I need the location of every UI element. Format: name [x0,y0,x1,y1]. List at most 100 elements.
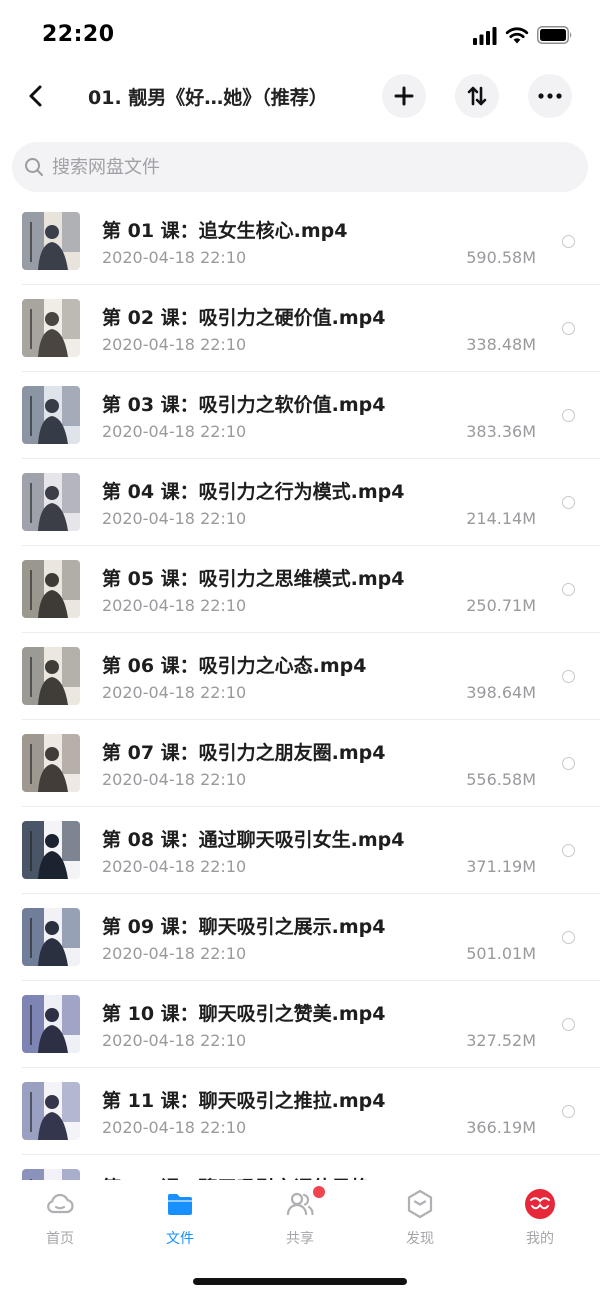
file-name: 第 02 课：吸引力之硬价值.mp4 [102,307,386,329]
file-row[interactable]: 第 11 课：聊天吸引之推拉.mp4 2020-04-18 22:10 366.19… [0,1068,600,1155]
search-icon [25,158,43,176]
file-row[interactable]: 第 09 课：聊天吸引之展示.mp4 2020-04-18 22:10 501.01… [0,894,600,981]
add-button[interactable] [382,74,426,118]
select-radio[interactable] [562,322,575,335]
file-row[interactable]: 第 05 课：吸引力之思维模式.mp4 2020-04-18 22:10 250.7… [0,546,600,633]
select-radio[interactable] [562,1105,575,1118]
video-thumbnail [22,908,80,966]
select-radio[interactable] [562,496,575,509]
tab-home[interactable]: 首页 [20,1188,100,1252]
video-thumbnail [22,821,80,879]
select-radio[interactable] [562,757,575,770]
status-time: 22:20 [42,22,115,47]
video-thumbnail [22,473,80,531]
file-date: 2020-04-18 22:10 [102,770,247,789]
video-thumbnail-image [22,908,80,966]
cellular-signal-icon [473,27,497,45]
tab-home-label: 首页 [46,1231,74,1247]
file-size: 398.64M [466,683,536,702]
file-row[interactable]: 第 08 课：通过聊天吸引女生.mp4 2020-04-18 22:10 371.1… [0,807,600,894]
video-thumbnail-image [22,212,80,270]
file-row[interactable]: 第 03 课：吸引力之软价值.mp4 2020-04-18 22:10 383.36… [0,372,600,459]
video-thumbnail [22,734,80,792]
video-thumbnail [22,995,80,1053]
file-date: 2020-04-18 22:10 [102,857,247,876]
more-dots-icon [538,93,562,99]
video-thumbnail-image [22,473,80,531]
select-radio[interactable] [562,235,575,248]
video-thumbnail [22,299,80,357]
tab-share[interactable]: 共享 [260,1186,340,1252]
file-row[interactable]: 第 12 课：聊天吸引之评估风格.mp4 [0,1155,600,1180]
video-thumbnail [22,386,80,444]
tab-discover-label: 发现 [406,1231,434,1247]
file-size: 501.01M [466,944,536,963]
file-date: 2020-04-18 22:10 [102,944,247,963]
file-date: 2020-04-18 22:10 [102,683,247,702]
more-button[interactable] [528,74,572,118]
file-date: 2020-04-18 22:10 [102,596,247,615]
video-thumbnail-image [22,386,80,444]
file-name: 第 11 课：聊天吸引之推拉.mp4 [102,1090,386,1112]
file-row[interactable]: 第 04 课：吸引力之行为模式.mp4 2020-04-18 22:10 214.1… [0,459,600,546]
page-title: 01. 靓男《好…她》（推荐） [88,87,328,109]
file-row[interactable]: 第 02 课：吸引力之硬价值.mp4 2020-04-18 22:10 338.48… [0,285,600,372]
file-name: 第 09 课：聊天吸引之展示.mp4 [102,916,386,938]
cloud-icon [47,1193,74,1214]
file-row[interactable]: 第 01 课：追女生核心.mp4 2020-04-18 22:10 590.58M [0,198,600,285]
select-radio[interactable] [562,1018,575,1031]
tab-files[interactable]: 文件 [140,1188,220,1252]
file-name: 第 04 课：吸引力之行为模式.mp4 [102,481,405,503]
video-thumbnail-image [22,560,80,618]
tab-share-label: 共享 [286,1231,314,1247]
file-date: 2020-04-18 22:10 [102,509,247,528]
people-icon [286,1192,314,1216]
search-input[interactable] [52,156,532,178]
file-size: 214.14M [466,509,536,528]
file-size: 250.71M [466,596,536,615]
file-name: 第 01 课：追女生核心.mp4 [102,220,348,242]
select-radio[interactable] [562,670,575,683]
video-thumbnail [22,647,80,705]
video-thumbnail-image [22,995,80,1053]
back-button[interactable] [18,78,54,114]
file-name: 第 06 课：吸引力之心态.mp4 [102,655,367,677]
video-thumbnail-image [22,734,80,792]
file-row[interactable]: 第 06 课：吸引力之心态.mp4 2020-04-18 22:10 398.64M [0,633,600,720]
search-box[interactable] [12,142,588,192]
file-name: 第 08 课：通过聊天吸引女生.mp4 [102,829,405,851]
file-name: 第 10 课：聊天吸引之赞美.mp4 [102,1003,386,1025]
file-date: 2020-04-18 22:10 [102,422,247,441]
video-thumbnail-image [22,647,80,705]
avatar-icon [525,1189,555,1219]
video-thumbnail-image [22,1082,80,1140]
video-thumbnail [22,212,80,270]
file-name: 第 03 课：吸引力之软价值.mp4 [102,394,386,416]
tab-mine-label: 我的 [526,1231,554,1247]
file-size: 590.58M [466,248,536,267]
select-radio[interactable] [562,583,575,596]
tab-discover[interactable]: 发现 [380,1188,460,1252]
video-thumbnail [22,1169,80,1180]
status-bar: 22:20 [0,0,600,70]
select-radio[interactable] [562,844,575,857]
sort-button[interactable] [455,74,499,118]
select-radio[interactable] [562,409,575,422]
file-date: 2020-04-18 22:10 [102,1118,247,1137]
select-radio[interactable] [562,931,575,944]
file-row[interactable]: 第 07 课：吸引力之朋友圈.mp4 2020-04-18 22:10 556.58… [0,720,600,807]
video-thumbnail-image [22,821,80,879]
file-name: 第 05 课：吸引力之思维模式.mp4 [102,568,405,590]
file-name: 第 07 课：吸引力之朋友圈.mp4 [102,742,386,764]
video-thumbnail [22,1082,80,1140]
tab-mine[interactable]: 我的 [500,1188,580,1252]
file-size: 338.48M [466,335,536,354]
file-list: 第 01 课：追女生核心.mp4 2020-04-18 22:10 590.58M 第… [0,198,600,1180]
file-row[interactable]: 第 10 课：聊天吸引之赞美.mp4 2020-04-18 22:10 327.52… [0,981,600,1068]
video-thumbnail-image [22,1169,80,1180]
file-size: 327.52M [466,1031,536,1050]
discover-cube-icon [407,1189,433,1219]
file-size: 366.19M [466,1118,536,1137]
wifi-icon [505,27,529,44]
battery-icon [537,26,572,44]
